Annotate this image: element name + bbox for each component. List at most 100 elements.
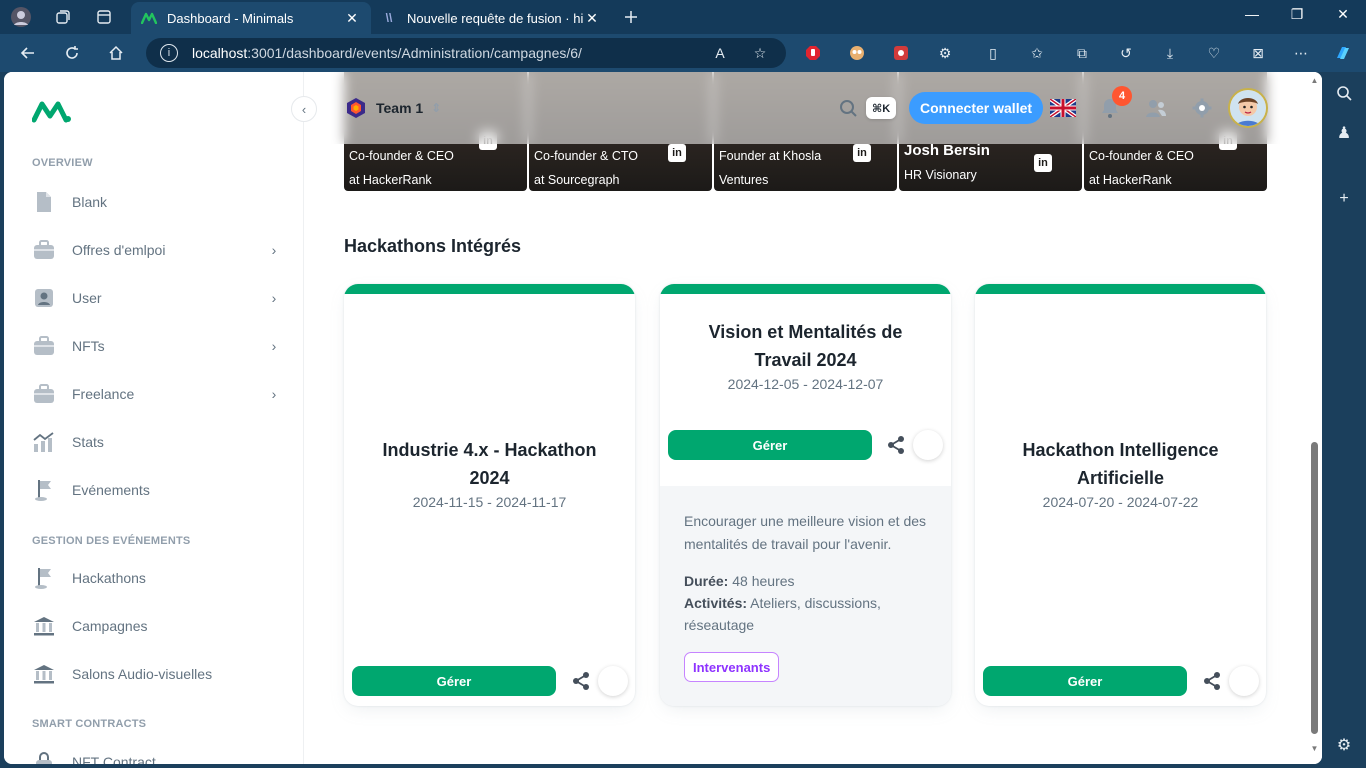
linkedin-icon[interactable]: in [1034,154,1052,172]
favorites-icon[interactable]: ✩ [1028,44,1046,62]
bank-icon [32,662,56,686]
search-icon[interactable] [1333,82,1355,104]
maximize-icon[interactable]: ❐ [1287,6,1307,23]
speaker-role: Co-founder & CEO at HackerRank [349,149,454,187]
file-icon [32,190,56,214]
sidebar-item-blank[interactable]: Blank [20,180,288,224]
manage-button[interactable]: Gérer [983,666,1187,696]
hackathon-card[interactable]: Vision et Mentalités de Travail 2024 202… [660,284,951,706]
new-tab-icon[interactable] [620,6,642,28]
card-title: Vision et Mentalités de Travail 2024 [708,322,903,370]
card-dates: 2024-11-15 - 2024-11-17 [412,494,567,510]
chess-icon[interactable]: ♟ [1333,122,1355,144]
sidebar-item-audio-visual[interactable]: Salons Audio-visuelles [20,652,288,696]
close-window-icon[interactable]: ✕ [1333,6,1353,23]
gitlab-favicon-icon: \\ [385,11,393,25]
tab-actions-icon[interactable] [93,6,115,28]
home-icon[interactable] [105,42,127,64]
collapse-sidebar-button[interactable]: ‹ [291,96,317,122]
profile-avatar-icon[interactable] [10,6,32,28]
back-icon[interactable] [17,42,39,64]
favorite-star-icon[interactable]: ☆ [751,44,769,62]
speaker-role: Co-founder & CTO at Sourcegraph [534,149,638,187]
tab-merge-request[interactable]: \\ Nouvelle requête de fusion · hire3 ✕ [371,2,611,34]
briefcase-icon [32,334,56,358]
favorite-toggle[interactable] [913,430,943,460]
speakers-chip[interactable]: Intervenants [684,652,780,682]
extension-red-icon[interactable] [892,44,910,62]
speaker-role: Founder at Khosla Ventures [719,149,822,187]
card-activities: Activités: Ateliers, discussions, réseau… [684,595,881,633]
tab-title: Nouvelle requête de fusion · hire3 [407,10,583,26]
site-info-icon[interactable]: i [160,44,178,62]
sidebar-item-hackathons[interactable]: Hackathons [20,556,288,600]
linkedin-icon[interactable]: in [853,144,871,162]
edge-sidebar: ♟ + ⚙ [1322,72,1366,768]
history-icon[interactable]: ↺ [1117,44,1135,62]
sidebar-item-nft-contract[interactable]: NFT Contract [20,740,288,764]
scroll-up-arrow[interactable]: ▲ [1310,76,1319,85]
favorite-toggle[interactable] [598,666,628,696]
connect-wallet-button[interactable]: Connecter wallet [909,92,1044,124]
card-title: Hackathon Intelligence Artificielle [1022,440,1219,488]
section-smart-contracts-label: SMART CONTRACTS [32,718,147,730]
section-events-label: GESTION DES EVÉNEMENTS [32,535,191,547]
sidebar-item-job-offers[interactable]: Offres d'emlpoi › [20,228,288,272]
hackathon-card[interactable]: Industrie 4.x - Hackathon 2024 2024-11-1… [344,284,635,706]
manage-button[interactable]: Gérer [352,666,556,696]
share-icon[interactable] [885,434,907,456]
performance-icon[interactable]: ♡ [1205,44,1223,62]
close-tab-icon[interactable]: ✕ [343,10,361,27]
sidebar-item-nfts[interactable]: NFTs › [20,324,288,368]
tab-dashboard[interactable]: Dashboard - Minimals ✕ [131,2,371,34]
read-aloud-icon[interactable]: A [711,44,729,62]
adblock-icon[interactable] [804,44,822,62]
avatar[interactable] [1228,88,1268,128]
gear-icon[interactable] [1190,96,1214,120]
search-icon[interactable] [836,96,860,120]
search-shortcut[interactable]: ⌘K [866,97,897,119]
more-options-icon[interactable]: ⋯ [1292,44,1310,62]
address-bar[interactable]: localhost:3001/dashboard/events/Administ… [146,38,786,68]
sidebar-item-freelance[interactable]: Freelance › [20,372,288,416]
url-host: localhost [192,45,248,61]
sidebar-item-stats[interactable]: Stats [20,420,288,464]
scrollbar-thumb[interactable] [1311,442,1318,734]
downloads-icon[interactable]: ⤓ [1161,44,1179,62]
sidebar-item-campaigns[interactable]: Campagnes [20,604,288,648]
close-tab-icon[interactable]: ✕ [583,10,601,27]
uk-flag-icon[interactable] [1048,97,1078,119]
main-content: Co-founder & CEOat HackerRank in Co-foun… [304,72,1322,764]
favorite-toggle[interactable] [1229,666,1259,696]
collections-icon[interactable]: ⧉ [1073,44,1091,62]
flag-icon [32,566,56,590]
url-path: :3001/dashboard/events/Administration/ca… [247,45,582,61]
card-duration: Durée: 48 heures [684,573,795,589]
sidebar-item-user[interactable]: User › [20,276,288,320]
sidebar-settings-icon[interactable]: ⚙ [1333,734,1355,756]
hackathon-card[interactable]: Hackathon Intelligence Artificielle 2024… [975,284,1266,706]
extension-owl-icon[interactable] [848,44,866,62]
chevron-up-down-icon: ⇕ [431,101,442,115]
share-icon[interactable] [570,670,592,692]
workspaces-icon[interactable] [52,6,74,28]
team-switcher[interactable]: Team 1 ⇕ [344,96,441,120]
minimize-icon[interactable]: — [1242,6,1262,22]
copilot-icon[interactable] [1334,44,1352,62]
contacts-icon[interactable] [1144,96,1168,120]
manage-button[interactable]: Gérer [668,430,872,460]
extensions-puzzle-icon[interactable]: ⚙ [936,44,954,62]
card-details: Encourager une meilleure vision et des m… [660,486,951,706]
app-logo[interactable] [31,100,72,124]
sidebar-item-label: NFT Contract [72,754,156,764]
add-sidebar-app-icon[interactable]: + [1333,188,1355,210]
sidebar-item-events[interactable]: Evénements [20,468,288,512]
reload-icon[interactable] [61,42,83,64]
screenshot-icon[interactable]: ⊠ [1249,44,1267,62]
browser-tab-bar: Dashboard - Minimals ✕ \\ Nouvelle requê… [0,0,1366,34]
split-screen-icon[interactable]: ▯ [984,44,1002,62]
page-scrollbar[interactable]: ▲ ▼ [1308,72,1322,764]
share-icon[interactable] [1201,670,1223,692]
linkedin-icon[interactable]: in [668,144,686,162]
scroll-down-arrow[interactable]: ▼ [1310,744,1319,753]
